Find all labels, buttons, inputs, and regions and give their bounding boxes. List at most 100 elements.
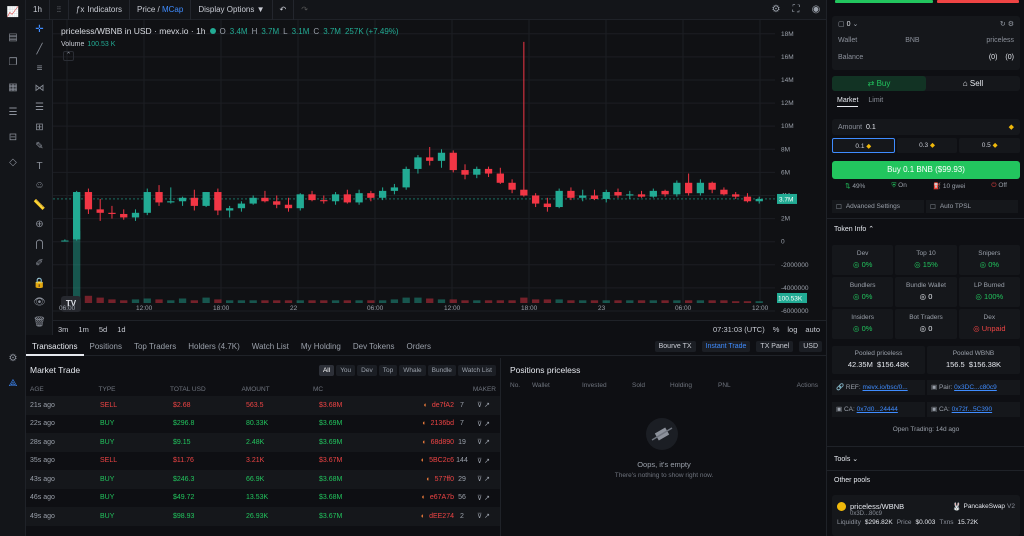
table-row[interactable]: 43s ago BUY $246.3 66.9K $3.68M ◐ 577ff0 29 ⊽ ↗: [26, 470, 500, 489]
pool-card[interactable]: priceless/WBNB 🐰 PancakeSwap V2 0x3D...8…: [832, 495, 1020, 536]
trade-maker[interactable]: ◐ e67A7b: [394, 494, 454, 501]
log-toggle[interactable]: log: [787, 325, 797, 334]
filter-whale[interactable]: Whale: [399, 364, 426, 376]
external-link-icon[interactable]: ↗: [484, 439, 490, 446]
chevron-down-icon[interactable]: ⌄: [852, 20, 858, 28]
list-icon[interactable]: ☰: [0, 100, 26, 125]
external-link-icon[interactable]: ↗: [484, 402, 490, 409]
chart-line-icon[interactable]: 📈: [0, 0, 26, 25]
collapse-legend-button[interactable]: ⌃: [63, 51, 74, 61]
refresh-icon[interactable]: ↻: [1000, 20, 1006, 28]
filter-icon[interactable]: ⊽: [477, 439, 482, 446]
preset-0-5[interactable]: 0.5 ◆: [959, 138, 1021, 153]
slippage-setting[interactable]: ⇅ 49%: [845, 182, 865, 190]
settings-icon[interactable]: ⚙: [766, 4, 786, 15]
percent-toggle[interactable]: %: [773, 325, 780, 334]
pattern-icon[interactable]: ⋈: [26, 79, 53, 99]
candles-icon[interactable]: ⫶⫶: [50, 0, 69, 20]
filter-icon[interactable]: ⊽: [477, 495, 482, 502]
filter-icon[interactable]: ⊽: [477, 402, 482, 409]
filter-dev[interactable]: Dev: [357, 364, 377, 376]
undo-icon[interactable]: ↶: [273, 0, 295, 20]
price-mcap-toggle[interactable]: Price / MCap: [130, 0, 192, 20]
crosshair-icon[interactable]: ✛: [26, 20, 53, 40]
trade-maker[interactable]: ◐ 68d890: [394, 439, 454, 446]
tab-positions[interactable]: Positions: [84, 338, 128, 356]
filter-all[interactable]: All: [318, 364, 335, 376]
col-age[interactable]: AGE: [30, 386, 99, 393]
col-amount[interactable]: AMOUNT: [241, 386, 312, 393]
col-total[interactable]: TOTAL USD: [170, 386, 241, 393]
amount-input[interactable]: Amount 0.1 ◆: [832, 119, 1020, 135]
table-row[interactable]: 35s ago SELL $11.76 3.21K $3.67M ◐ 5BC2c6 144 ⊽ …: [26, 452, 500, 471]
col-type[interactable]: TYPE: [99, 386, 170, 393]
bourse-tx-toggle[interactable]: Bourve TX: [654, 341, 696, 352]
indicators-button[interactable]: ƒx Indicators: [69, 0, 131, 20]
ca2-address[interactable]: 0x72f...5C390: [952, 406, 992, 413]
mev-setting[interactable]: ⛨ On: [891, 182, 906, 190]
interval-selector[interactable]: 1h: [26, 0, 50, 20]
tab-orders[interactable]: Orders: [401, 338, 437, 356]
range-1d[interactable]: 1d: [112, 325, 130, 334]
horizontal-lines-icon[interactable]: ≡: [26, 59, 53, 79]
tools-header[interactable]: Tools ⌄: [834, 455, 858, 463]
tab-dev-tokens[interactable]: Dev Tokens: [347, 338, 401, 356]
ca-address[interactable]: 0x7d0...24444: [857, 406, 898, 413]
network-icon[interactable]: ⟁: [0, 371, 26, 396]
filter-top[interactable]: Top: [378, 364, 398, 376]
auto-toggle[interactable]: auto: [805, 325, 820, 334]
eye-icon[interactable]: 👁: [26, 293, 53, 313]
briefcase-icon[interactable]: ⊟: [0, 125, 26, 150]
token-info-header[interactable]: Token Info ⌃: [834, 225, 874, 233]
zoom-in-icon[interactable]: ⊕: [26, 215, 53, 235]
price-chart[interactable]: 18M16M14M12M10M8M6M4M2M0-2000000-4000000…: [53, 20, 826, 320]
tab-watch-list[interactable]: Watch List: [246, 338, 295, 356]
range-5d[interactable]: 5d: [94, 325, 112, 334]
fib-icon[interactable]: ☰: [26, 98, 53, 118]
amount-value[interactable]: 0.1: [866, 124, 876, 131]
lock-icon[interactable]: 🔒: [26, 274, 53, 294]
tab-transactions[interactable]: Transactions: [26, 338, 84, 356]
trade-maker[interactable]: ◐ dEE274: [394, 513, 454, 520]
usd-toggle[interactable]: USD: [799, 341, 822, 352]
ca-cell[interactable]: ▣ CA: 0x7d0...24444: [832, 402, 925, 417]
tab-holders[interactable]: Holders (4.7K): [182, 338, 246, 356]
wallet-count[interactable]: 0: [847, 21, 851, 28]
filter-bundle[interactable]: Bundle: [427, 364, 456, 376]
redo-icon[interactable]: ↷: [294, 0, 315, 20]
filter-icon[interactable]: ⊽: [477, 476, 482, 483]
filter-you[interactable]: You: [336, 364, 356, 376]
market-tab[interactable]: Market: [837, 97, 859, 107]
table-row[interactable]: 21s ago SELL $2.68 563.5 $3.68M ◐ de7fA2 7 ⊽ ↗: [26, 396, 500, 415]
display-options-dropdown[interactable]: Display Options ▼: [191, 0, 273, 20]
brush-icon[interactable]: ✎: [26, 137, 53, 157]
col-maker[interactable]: MAKER: [386, 386, 496, 393]
external-link-icon[interactable]: ↗: [484, 458, 490, 465]
emoji-icon[interactable]: ☺: [26, 176, 53, 196]
measure-icon[interactable]: ⊞: [26, 118, 53, 138]
trade-maker[interactable]: ◐ 5BC2c6: [394, 457, 454, 464]
trade-maker[interactable]: ◐ de7fA2: [394, 402, 454, 409]
settings-icon[interactable]: ⚙: [1008, 20, 1014, 28]
limit-tab[interactable]: Limit: [868, 97, 883, 107]
filter-icon[interactable]: ⊽: [477, 458, 482, 465]
ref-link[interactable]: mevx.io/bsc/0...: [863, 384, 908, 391]
auto-setting[interactable]: ⏻ Off: [991, 182, 1007, 190]
external-link-icon[interactable]: ↗: [484, 421, 490, 428]
trash-icon[interactable]: 🗑: [26, 313, 53, 333]
trade-maker[interactable]: ◐ 577ff0: [394, 476, 454, 483]
buy-tab[interactable]: ⇄ Buy: [832, 76, 926, 91]
range-1m[interactable]: 1m: [73, 325, 93, 334]
external-link-icon[interactable]: ↗: [484, 495, 490, 502]
ca2-cell[interactable]: ▣ CA: 0x72f...5C390: [927, 402, 1020, 417]
preset-0-3[interactable]: 0.3 ◆: [896, 138, 958, 153]
filter-icon[interactable]: ⊽: [477, 421, 482, 428]
ruler-icon[interactable]: 📏: [26, 196, 53, 216]
diamond-icon[interactable]: ◇: [0, 150, 26, 175]
tx-panel-toggle[interactable]: TX Panel: [756, 341, 794, 352]
settings-icon[interactable]: ⚙: [0, 346, 26, 371]
trade-maker[interactable]: ◐ 2136bd: [394, 420, 454, 427]
magnet-icon[interactable]: ⋂: [26, 235, 53, 255]
pencil-lock-icon[interactable]: ✐: [26, 254, 53, 274]
copy-icon[interactable]: ❐: [0, 50, 26, 75]
